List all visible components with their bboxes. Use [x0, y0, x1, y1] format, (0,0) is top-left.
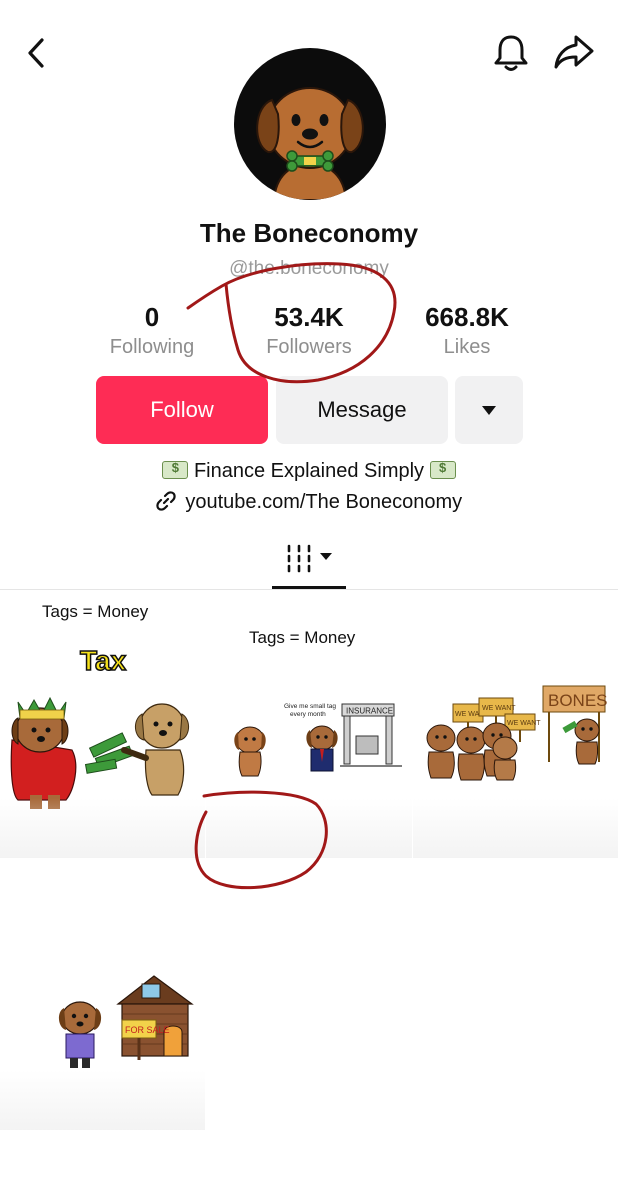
video-grid: Tags = Money Tax Tags = Money Give me sm…	[0, 590, 618, 1200]
money-icon	[162, 460, 189, 479]
following-label: Following	[109, 336, 195, 358]
for-sale-sign-text: FOR SALE	[125, 1025, 170, 1035]
followers-label: Followers	[266, 336, 352, 358]
likes-label: Likes	[443, 336, 491, 358]
svg-text:Give me small tag: Give me small tag	[284, 703, 336, 710]
bio-text: Finance Explained Simply	[193, 460, 425, 482]
bell-icon	[494, 35, 528, 71]
bones-sign-text: BONES	[548, 691, 608, 710]
followers-count: 53.4K	[274, 302, 344, 332]
svg-text:every month: every month	[290, 711, 326, 718]
video-tile[interactable]: WE WANT WE WANT WE WANT BONES	[413, 590, 618, 858]
caret-down-icon	[482, 405, 496, 415]
protest-sign-text: WE WANT	[507, 720, 541, 727]
share-arrow-icon	[554, 35, 594, 69]
grid-bars-icon	[287, 544, 332, 573]
video-tile[interactable]: Tags = Money Tax	[0, 590, 205, 858]
money-icon	[429, 460, 456, 479]
message-button[interactable]: Message	[276, 376, 448, 444]
following-stat[interactable]: 0 Following	[92, 302, 212, 360]
tax-overlay-text: Tax	[80, 645, 127, 676]
chevron-left-icon	[28, 38, 44, 68]
thumbnail-fade	[206, 798, 412, 858]
profile-handle: @the.boneconomy	[229, 258, 389, 279]
thumbnail-fade	[0, 1070, 205, 1130]
profile-link[interactable]: youtube.com/The Boneconomy	[0, 491, 618, 514]
insurance-label: INSURANCE	[346, 707, 393, 716]
video-tile[interactable]: Tags = Money Give me small tag every mon…	[206, 590, 412, 858]
bio-line: Finance Explained Simply	[0, 460, 618, 483]
share-button[interactable]	[552, 32, 596, 72]
following-count: 0	[144, 302, 160, 332]
notifications-button[interactable]	[492, 32, 530, 74]
thumbnail-fade	[413, 798, 618, 858]
profile-link-text: youtube.com/The Boneconomy	[185, 491, 463, 513]
profile-avatar[interactable]	[234, 48, 386, 200]
protest-sign-text: WE WANT	[482, 705, 516, 712]
followers-stat[interactable]: 53.4K Followers	[234, 302, 384, 360]
thumbnail-fade	[0, 798, 205, 858]
video-tile[interactable]: FOR SALE	[0, 860, 205, 1130]
likes-stat[interactable]: 668.8K Likes	[400, 302, 534, 360]
link-icon	[156, 491, 176, 511]
content-tabs	[0, 540, 618, 590]
tab-videos[interactable]	[272, 540, 346, 589]
back-button[interactable]	[22, 36, 52, 70]
likes-count: 668.8K	[425, 302, 509, 332]
follow-button[interactable]: Follow	[96, 376, 268, 444]
more-options-button[interactable]	[455, 376, 523, 444]
dog-avatar-image	[256, 87, 364, 200]
profile-name: The Boneconomy	[199, 218, 419, 248]
